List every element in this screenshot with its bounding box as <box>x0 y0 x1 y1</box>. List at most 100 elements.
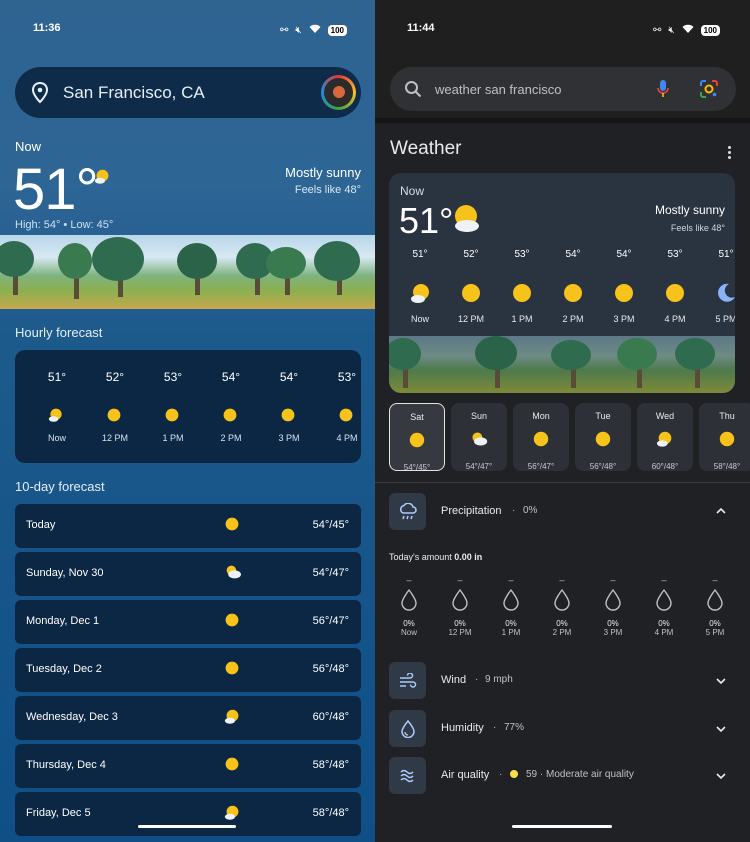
precipitation-label: Precipitation <box>441 505 502 517</box>
precip-hour: – 0% 3 PM <box>603 575 623 637</box>
sun-icon <box>513 284 531 302</box>
air-quality-icon <box>389 757 426 794</box>
feels-like: Feels like 48° <box>294 184 361 196</box>
more-options-icon[interactable] <box>728 146 732 161</box>
battery-icon: 100 <box>327 25 347 36</box>
sun-cloud-icon <box>455 205 479 232</box>
location-text: San Francisco, CA <box>63 82 205 102</box>
search-input[interactable]: weather san francisco <box>390 67 736 111</box>
chevron-down-icon[interactable] <box>716 724 726 734</box>
sun-icon <box>595 431 611 447</box>
raindrop-icon <box>503 588 519 611</box>
current-temperature: 51° <box>13 157 99 222</box>
sun-cloud-icon <box>94 169 109 184</box>
hourly-item: 52° 12 PM <box>457 249 484 324</box>
wind-value: 9 mph <box>485 674 513 685</box>
search-icon <box>405 81 422 98</box>
chevron-down-icon[interactable] <box>716 676 726 686</box>
battery-icon: 100 <box>700 25 720 36</box>
mic-icon[interactable] <box>656 79 670 99</box>
location-search-bar[interactable]: San Francisco, CA <box>15 67 361 118</box>
precip-hour: – 0% 2 PM <box>552 575 572 637</box>
weather-card: Now 51° Mostly sunny Feels like 48° 51° … <box>389 173 735 393</box>
wind-icon <box>389 662 426 699</box>
day-row[interactable]: Thursday, Dec 4 58°/48° <box>15 744 361 788</box>
hourly-forecast-title: Hourly forecast <box>15 325 103 340</box>
condition: Mostly sunny <box>654 203 725 217</box>
precip-hour: – 0% 4 PM <box>654 575 674 637</box>
day-row[interactable]: Wednesday, Dec 3 60°/48° <box>15 696 361 740</box>
raindrop-icon <box>656 588 672 611</box>
sun-icon <box>666 284 684 302</box>
chevron-up-icon[interactable] <box>716 506 726 516</box>
day-row[interactable]: Today 54°/45° <box>15 504 361 548</box>
sun-icon <box>339 408 353 422</box>
sun-icon <box>719 431 735 447</box>
air-quality-label: Air quality <box>441 769 490 781</box>
now-label: Now <box>400 184 425 198</box>
day-chip[interactable]: Thu 58°/48° <box>699 403 750 471</box>
sun-icon <box>107 408 121 422</box>
feels-like: Feels like 48° <box>670 223 725 233</box>
google-search-panel: 11:44 ⚯ 🔇︎ 100 weather san francisco Wea… <box>375 0 750 842</box>
raindrop-icon <box>707 588 723 611</box>
hourly-item: 53° 4 PM <box>664 249 686 324</box>
sun-icon <box>564 284 582 302</box>
sun-icon <box>462 284 480 302</box>
weather-scene-illustration <box>389 336 735 393</box>
cloud-sun-icon <box>226 565 241 579</box>
link-icon: ⚯ <box>279 25 289 36</box>
day-row[interactable]: Tuesday, Dec 2 56°/48° <box>15 648 361 692</box>
day-row[interactable]: Friday, Dec 5 58°/48° <box>15 792 361 836</box>
sun-icon <box>225 757 239 771</box>
humidity-label: Humidity <box>441 722 484 734</box>
air-quality-value: 59 · Moderate air quality <box>526 769 634 780</box>
precip-hour: – 0% Now <box>400 575 417 637</box>
sun-icon <box>225 613 239 627</box>
hourly-item: 54° 3 PM <box>613 249 635 324</box>
weather-title: Weather <box>390 138 462 159</box>
precipitation-value: 0% <box>523 505 538 516</box>
wifi-icon <box>309 24 321 37</box>
current-temperature: 51° <box>399 200 454 241</box>
day-row[interactable]: Sunday, Nov 30 54°/47° <box>15 552 361 596</box>
today-amount: Today's amount 0.00 in <box>389 552 483 562</box>
sun-icon <box>281 408 295 422</box>
avatar[interactable] <box>321 75 356 110</box>
lens-icon[interactable] <box>699 79 719 99</box>
hourly-item: 54° 2 PM <box>562 249 584 324</box>
high-low: High: 54° • Low: 45° <box>15 219 114 231</box>
wifi-icon <box>682 24 694 37</box>
sun-cloud-icon <box>48 408 62 422</box>
sun-icon <box>615 284 633 302</box>
chevron-down-icon[interactable] <box>716 771 726 781</box>
humidity-value: 77% <box>504 722 525 733</box>
home-indicator[interactable] <box>512 825 612 828</box>
location-pin-icon <box>31 81 49 103</box>
tenday-forecast-title: 10-day forecast <box>15 479 105 494</box>
status-time: 11:36 <box>33 22 61 34</box>
cloud-sun-icon <box>472 432 488 446</box>
rain-cloud-icon <box>389 493 426 530</box>
mute-icon: 🔇︎ <box>668 25 675 36</box>
precip-hour: – 0% 1 PM <box>501 575 521 637</box>
day-row[interactable]: Monday, Dec 1 56°/47° <box>15 600 361 644</box>
raindrop-icon <box>401 588 417 611</box>
raindrop-icon <box>452 588 468 611</box>
condition: Mostly sunny <box>285 165 361 180</box>
weather-scene-illustration <box>0 235 375 309</box>
moon-icon <box>718 283 735 302</box>
hourly-forecast-card[interactable]: 51° Now 52° 12 PM 53° 1 PM 54° 2 PM 54° … <box>15 350 361 463</box>
day-chip[interactable]: Sat 54°/45° <box>389 403 445 472</box>
day-chip[interactable]: Mon 56°/47° <box>513 403 569 471</box>
day-chip[interactable]: Sun 54°/47° <box>451 403 507 471</box>
day-chip[interactable]: Wed 60°/48° <box>637 403 693 471</box>
weather-app-panel: 11:36 ⚯ 🔇︎ 100 San Francisco, CA Now 51°… <box>0 0 375 842</box>
sun-cloud-icon <box>656 431 672 447</box>
day-chip[interactable]: Tue 56°/48° <box>575 403 631 471</box>
home-indicator[interactable] <box>138 825 236 828</box>
aqi-status-dot <box>510 770 518 778</box>
status-icons: ⚯ 🔇︎ 100 <box>653 24 720 37</box>
sun-icon <box>533 431 549 447</box>
search-query: weather san francisco <box>435 81 562 97</box>
